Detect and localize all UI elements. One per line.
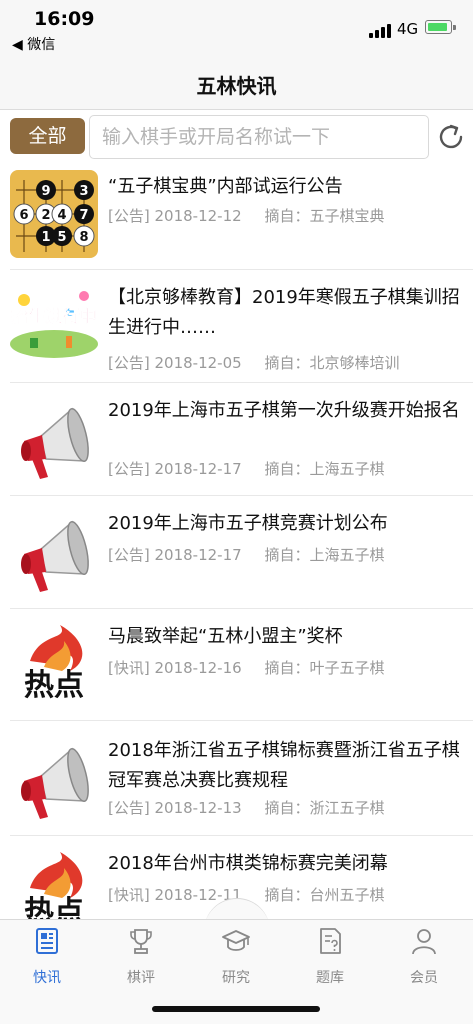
tab-membership[interactable]: 会员 bbox=[389, 926, 459, 987]
tab-label: 题库 bbox=[316, 970, 344, 986]
news-date: 2018-12-13 bbox=[154, 799, 242, 817]
news-source: 摘自：叶子五子棋 bbox=[264, 659, 385, 677]
news-date: 2018-12-16 bbox=[154, 659, 242, 677]
news-meta: [快讯] 2018-12-16 摘自：叶子五子棋 bbox=[108, 657, 384, 678]
svg-text:6: 6 bbox=[19, 208, 28, 223]
news-date: 2018-12-05 bbox=[154, 354, 242, 372]
news-meta: [公告] 2018-12-13 摘自：浙江五子棋 bbox=[108, 797, 384, 818]
trophy-icon bbox=[130, 929, 152, 954]
signal-icon bbox=[369, 24, 391, 38]
battery-icon bbox=[425, 20, 456, 34]
svg-text:9: 9 bbox=[41, 184, 50, 199]
news-icon bbox=[36, 928, 58, 954]
search-box[interactable] bbox=[89, 115, 429, 159]
news-item[interactable]: 9 3 6 2 4 7 1 5 8 “五子棋宝典”内部试运行公告 [公告] 20… bbox=[10, 164, 473, 270]
news-date: 2018-12-12 bbox=[154, 207, 242, 225]
svg-text:8: 8 bbox=[79, 230, 88, 245]
svg-text:2: 2 bbox=[41, 208, 50, 223]
megaphone-icon bbox=[10, 737, 98, 825]
tab-research[interactable]: 研究 bbox=[201, 926, 271, 987]
news-item[interactable]: 2019年上海市五子棋竞赛计划公布 [公告] 2018-12-17 摘自：上海五… bbox=[10, 496, 473, 609]
gomoku-board-thumbnail: 9 3 6 2 4 7 1 5 8 bbox=[10, 170, 98, 258]
news-item[interactable]: 热点 马晨致举起“五林小盟主”奖杯 [快讯] 2018-12-16 摘自：叶子五… bbox=[10, 609, 473, 721]
news-meta: [公告] 2018-12-17 摘自：上海五子棋 bbox=[108, 544, 384, 565]
megaphone-icon bbox=[10, 397, 98, 485]
news-item[interactable]: 2018年浙江省五子棋锦标赛暨浙江省五子棋冠军赛总决赛比赛规程 [公告] 201… bbox=[10, 721, 473, 836]
tab-question-bank[interactable]: 题库 bbox=[295, 926, 365, 987]
news-title: 2018年浙江省五子棋锦标赛暨浙江省五子棋冠军赛总决赛比赛规程 bbox=[108, 740, 460, 791]
user-icon bbox=[412, 929, 436, 955]
news-date: 2018-12-17 bbox=[154, 460, 242, 478]
tab-reviews[interactable]: 棋评 bbox=[106, 926, 176, 987]
megaphone-icon bbox=[10, 510, 98, 598]
news-meta: [公告] 2018-12-17 摘自：上海五子棋 bbox=[108, 458, 384, 479]
news-category: [公告] bbox=[108, 799, 150, 817]
tab-label: 会员 bbox=[410, 970, 438, 986]
search-row: 全部 bbox=[0, 110, 473, 164]
tab-label: 研究 bbox=[222, 970, 250, 986]
news-source: 摘自：五子棋宝典 bbox=[264, 207, 385, 225]
news-meta: [公告] 2018-12-12 摘自：五子棋宝典 bbox=[108, 205, 384, 226]
news-title: 2018年台州市棋类锦标赛完美闭幕 bbox=[108, 853, 388, 874]
news-item[interactable]: 招生进行中 【北京够棒教育】2019年寒假五子棋集训招生进行中…… [公告] 2… bbox=[10, 270, 473, 383]
news-title: 马晨致举起“五林小盟主”奖杯 bbox=[108, 626, 343, 647]
svg-text:4: 4 bbox=[57, 208, 66, 223]
news-title: “五子棋宝典”内部试运行公告 bbox=[108, 176, 343, 197]
svg-text:招生进行中: 招生进行中 bbox=[12, 306, 97, 327]
back-to-wechat-link[interactable]: ◀ 微信 bbox=[12, 34, 55, 54]
all-filter-button[interactable]: 全部 bbox=[10, 118, 85, 154]
news-source: 摘自：北京够棒培训 bbox=[264, 354, 400, 372]
svg-text:1: 1 bbox=[41, 230, 50, 245]
news-category: [公告] bbox=[108, 546, 150, 564]
news-item[interactable]: 2019年上海市五子棋第一次升级赛开始报名 [公告] 2018-12-17 摘自… bbox=[10, 383, 473, 496]
news-source: 摘自：上海五子棋 bbox=[264, 546, 385, 564]
news-source: 摘自：台州五子棋 bbox=[264, 886, 385, 904]
news-title: 2019年上海市五子棋竞赛计划公布 bbox=[108, 513, 388, 534]
tab-label: 棋评 bbox=[127, 970, 155, 986]
news-category: [快讯] bbox=[108, 659, 150, 677]
home-indicator bbox=[152, 1006, 320, 1012]
news-source: 摘自：上海五子棋 bbox=[264, 460, 385, 478]
status-bar: 16:09 ◀ 微信 4G bbox=[0, 0, 473, 56]
news-category: [快讯] bbox=[108, 886, 150, 904]
graduation-cap-icon bbox=[222, 930, 250, 951]
status-time: 16:09 bbox=[34, 8, 95, 30]
news-meta: [公告] 2018-12-05 摘自：北京够棒培训 bbox=[108, 352, 399, 373]
news-category: [公告] bbox=[108, 460, 150, 478]
news-list: 9 3 6 2 4 7 1 5 8 “五子棋宝典”内部试运行公告 [公告] 20… bbox=[0, 164, 473, 936]
svg-text:3: 3 bbox=[79, 184, 88, 199]
news-title: 【北京够棒教育】2019年寒假五子棋集训招生进行中…… bbox=[108, 287, 460, 338]
recruit-banner-thumbnail: 招生进行中 bbox=[10, 291, 98, 358]
news-category: [公告] bbox=[108, 354, 150, 372]
svg-text:7: 7 bbox=[79, 208, 88, 223]
page-title: 五林快讯 bbox=[196, 74, 277, 98]
news-source: 摘自：浙江五子棋 bbox=[264, 799, 385, 817]
refresh-icon[interactable] bbox=[434, 120, 468, 154]
search-input[interactable] bbox=[90, 116, 428, 158]
hot-news-thumbnail: 热点 bbox=[24, 625, 84, 703]
svg-text:热点: 热点 bbox=[24, 668, 84, 703]
tab-news[interactable]: 快讯 bbox=[12, 926, 82, 987]
network-type: 4G bbox=[397, 20, 419, 38]
news-category: [公告] bbox=[108, 207, 150, 225]
news-date: 2018-12-17 bbox=[154, 546, 242, 564]
svg-text:5: 5 bbox=[57, 230, 66, 245]
title-bar: 五林快讯 bbox=[0, 56, 473, 110]
tab-label: 快讯 bbox=[33, 970, 61, 986]
question-doc-icon bbox=[320, 928, 341, 954]
news-title: 2019年上海市五子棋第一次升级赛开始报名 bbox=[108, 400, 460, 421]
